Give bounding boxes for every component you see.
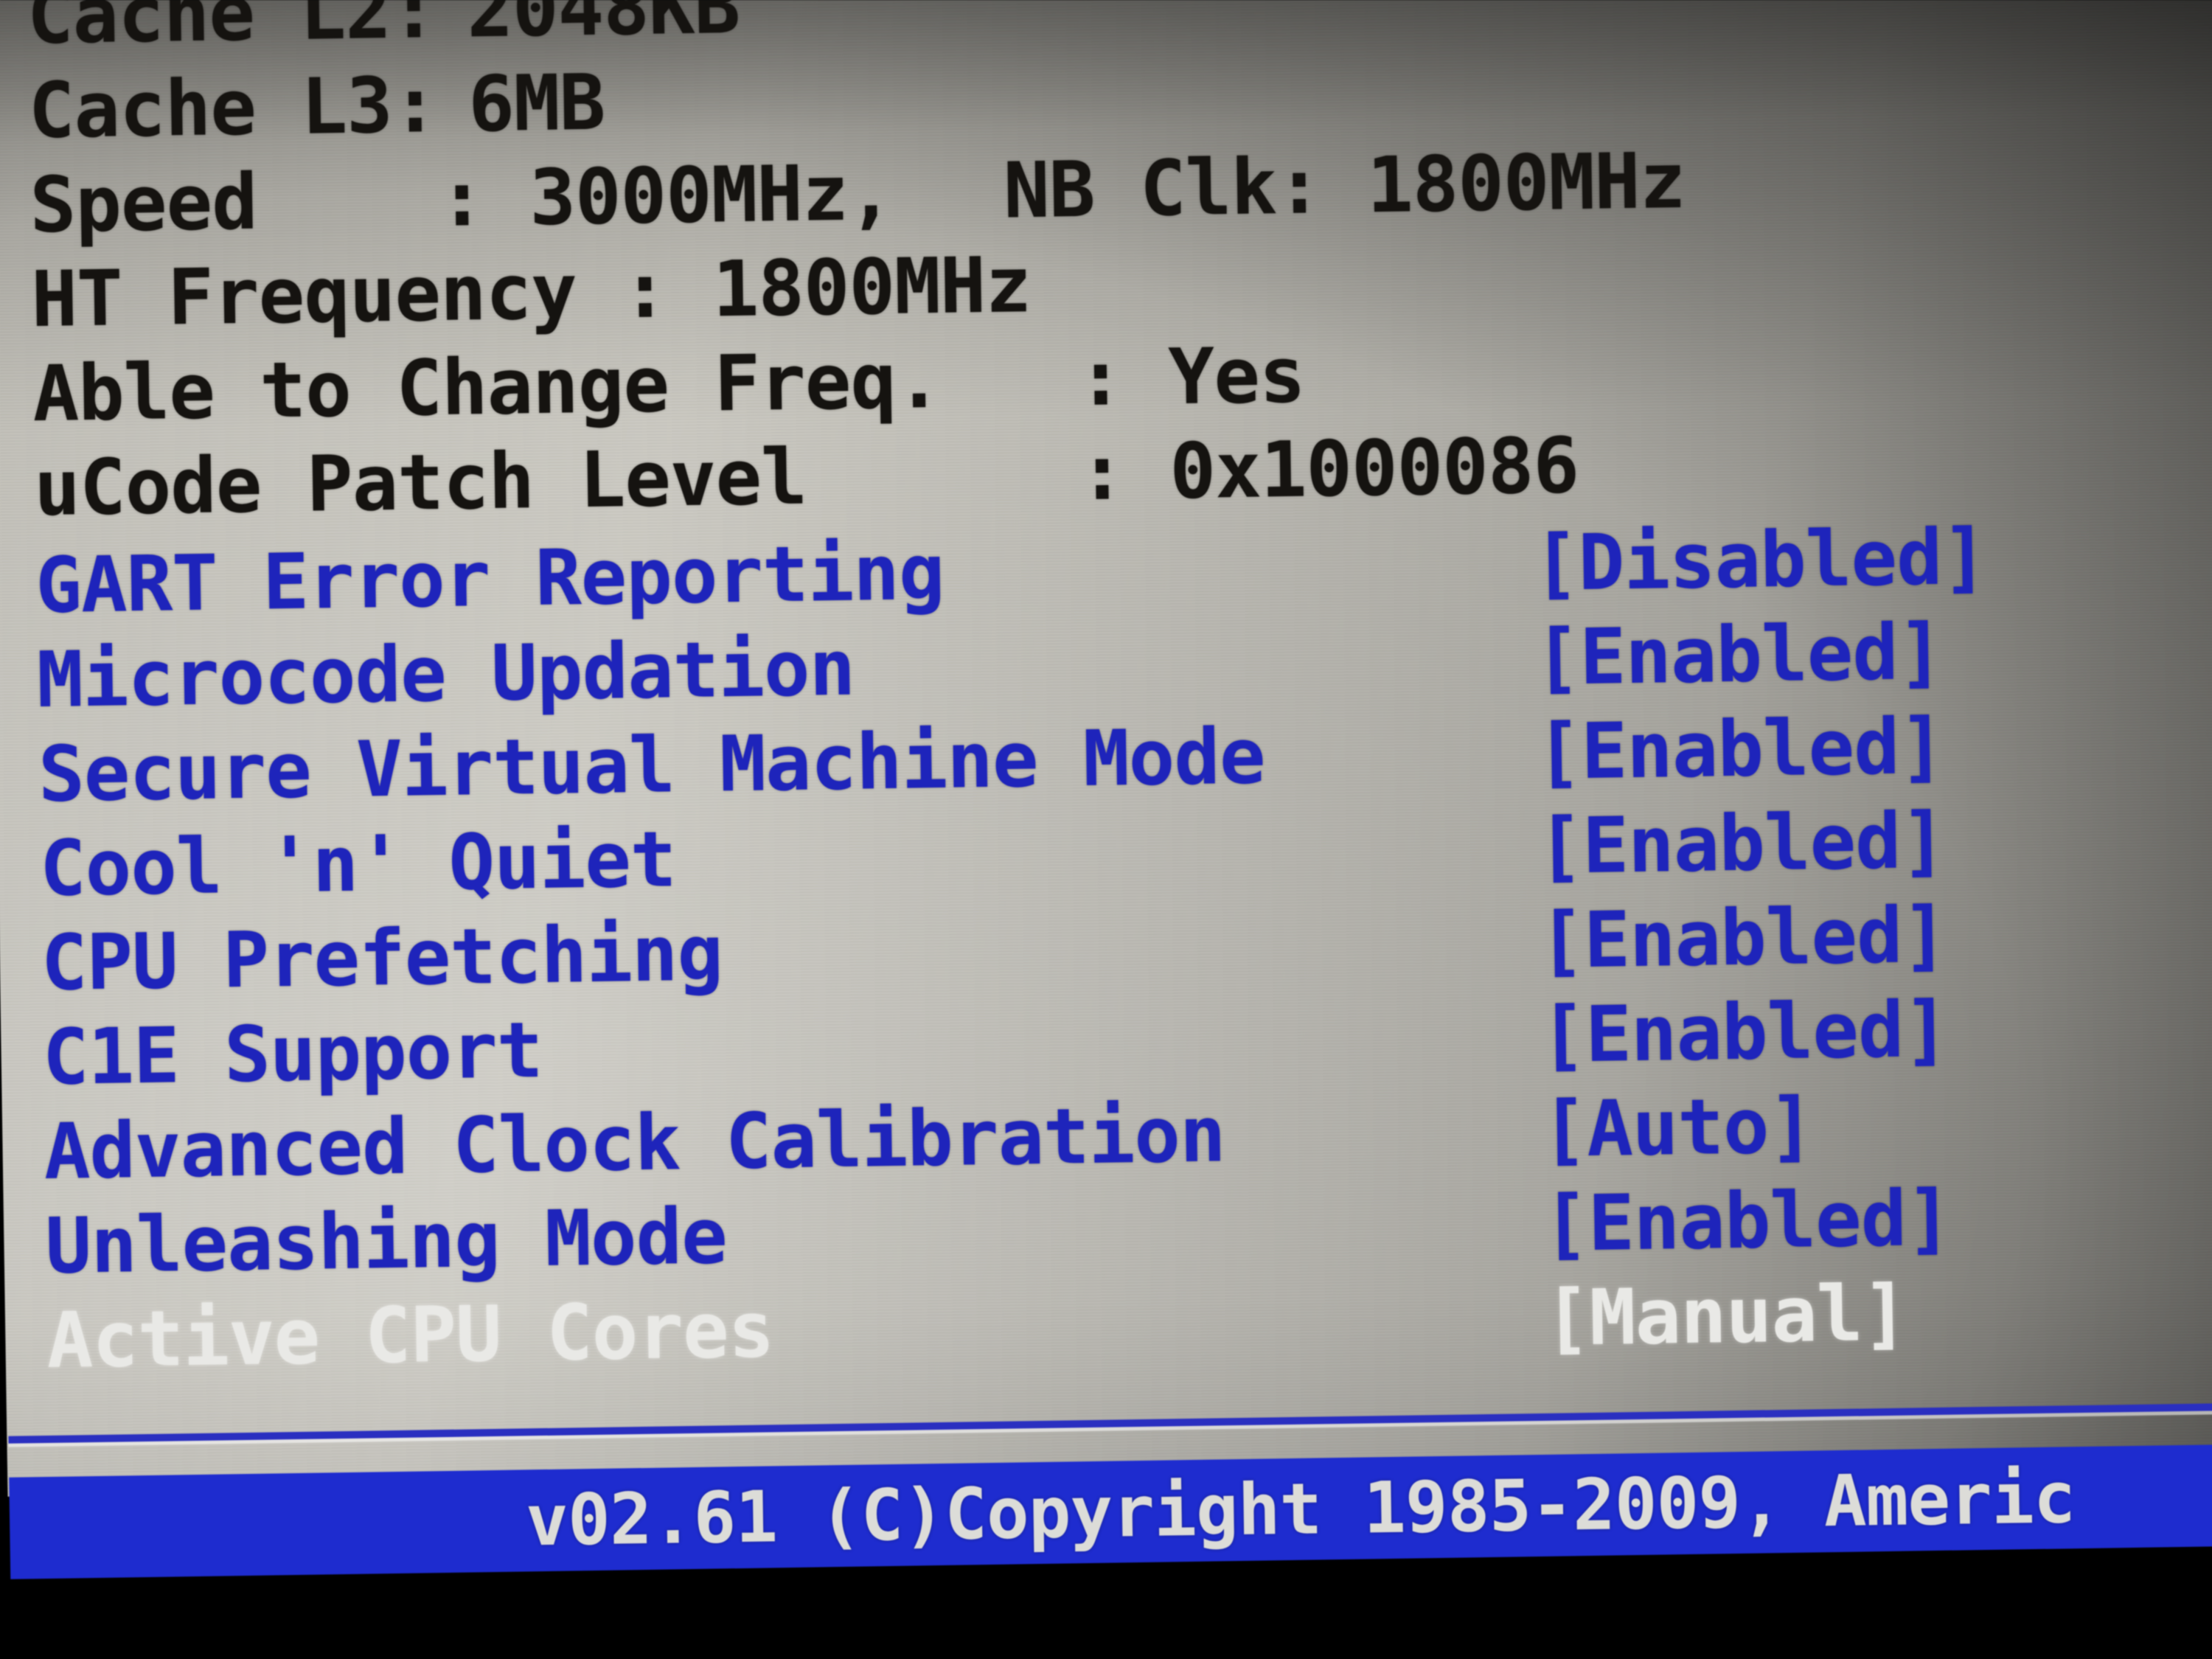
info-row-able-to-change-freq-label: Able to Change Freq. : Yes (32, 330, 1306, 439)
bios-footer-bar: v02.61 (C)Copyright 1985-2009, Americ (9, 1444, 2212, 1579)
bios-content-layer: Cache L2: 2048KB Cache L3: 6MB Speed : 300… (0, 0, 2212, 1579)
option-row-advanced-clock-calibration-label: Advanced Clock Calibration (43, 1089, 1226, 1197)
info-row-cache-l3-label: Cache L3: (27, 59, 439, 156)
bios-setup-screen: Cache L2: 2048KB Cache L3: 6MB Speed : 300… (0, 0, 2212, 1659)
option-row-cool-n-quiet-value[interactable]: [Enabled] (1537, 794, 1947, 893)
option-row-c1e-support-label: C1E Support (41, 1004, 543, 1103)
info-row-cache-l2-label: Cache L2: (26, 0, 437, 62)
option-row-active-cpu-cores-value[interactable]: [Manual] (1543, 1267, 1908, 1365)
option-row-cpu-prefetching-value[interactable]: [Enabled] (1538, 888, 1948, 987)
option-row-microcode-updation-value[interactable]: [Enabled] (1534, 605, 1944, 704)
option-row-unleashing-mode-value[interactable]: [Enabled] (1542, 1172, 1952, 1270)
option-row-secure-virtual-machine-mode-label: Secure Virtual Machine Mode (38, 711, 1266, 820)
option-row-microcode-updation-label: Microcode Updation (36, 622, 856, 726)
option-row-gart-error-reporting-label: GART Error Reporting (35, 526, 945, 631)
option-row-unleashing-mode-label: Unleashing Mode (44, 1191, 728, 1292)
info-row-nb-clk: NB Clk: 1800MHz (1003, 135, 1686, 236)
info-row-speed-label: Speed : 3000MHz, (29, 147, 894, 251)
horizontal-separator-rule (8, 1402, 2212, 1444)
option-row-cool-n-quiet-label: Cool 'n' Quiet (39, 814, 677, 914)
option-row-secure-virtual-machine-mode-value[interactable]: [Enabled] (1535, 700, 1945, 799)
option-row-c1e-support-value[interactable]: [Enabled] (1540, 983, 1950, 1082)
option-row-advanced-clock-calibration-value[interactable]: [Auto] (1541, 1079, 1815, 1175)
info-row-ht-frequency-label: HT Frequency : 1800MHz (30, 240, 1032, 345)
bios-copyright-text: v02.61 (C)Copyright 1985-2009, Americ (525, 1456, 2076, 1562)
option-row-active-cpu-cores-label: Active CPU Cores (46, 1284, 775, 1385)
option-row-gart-error-reporting-value[interactable]: [Disabled] (1532, 510, 1988, 610)
info-row-cache-l3-value: 6MB (467, 57, 605, 150)
option-row-cpu-prefetching-label: CPU Prefetching (40, 908, 723, 1009)
info-row-cache-l2-value: 2048KB (466, 0, 740, 55)
